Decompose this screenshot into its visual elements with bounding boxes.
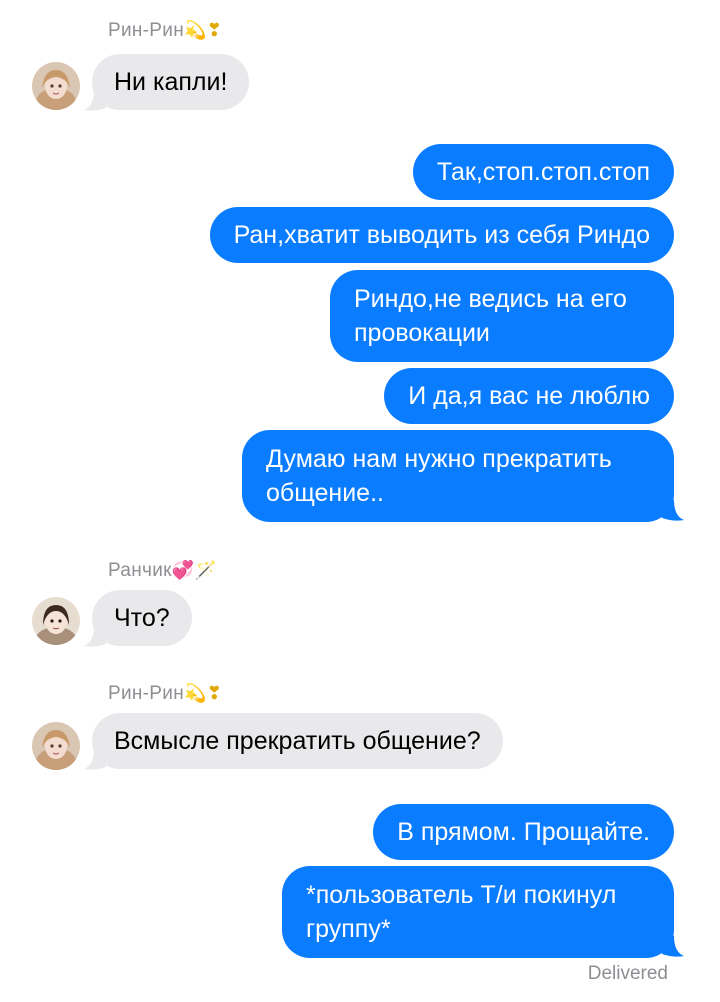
- message-text: В прямом. Прощайте.: [397, 818, 650, 846]
- sender-name-text: Рин-Рин: [108, 20, 184, 41]
- bubble-tail-icon: [84, 90, 106, 111]
- incoming-message-bubble[interactable]: Что?: [92, 590, 192, 646]
- message-text: *пользователь Т/и покинул группу*: [306, 881, 617, 943]
- outgoing-message-bubble[interactable]: Риндо,не ведись на его провокации: [330, 270, 674, 362]
- delivery-status: Delivered: [587, 963, 668, 984]
- dizzy-heart-emoji-icon: 💫❣: [184, 683, 223, 704]
- message-text: Так,стоп.стоп.стоп: [436, 158, 650, 186]
- sender-name: Рин-Рин💫❣: [108, 683, 222, 705]
- outgoing-message-bubble[interactable]: И да,я вас не люблю: [384, 368, 674, 424]
- bubble-tail-icon: [662, 936, 684, 957]
- bubble-tail-icon: [84, 749, 106, 770]
- message-text: Риндо,не ведись на его провокации: [354, 285, 627, 347]
- avatar[interactable]: [32, 62, 80, 110]
- outgoing-message-bubble[interactable]: *пользователь Т/и покинул группу*: [282, 866, 674, 958]
- avatar-rin-icon: [32, 722, 80, 770]
- outgoing-message-bubble[interactable]: Ран,хватит выводить из себя Риндо: [209, 207, 674, 263]
- message-text: Думаю нам нужно прекратить общение..: [266, 445, 612, 507]
- message-text: Ни капли!: [114, 68, 228, 96]
- bubble-tail-icon: [84, 626, 106, 647]
- message-text: Всмысле прекратить общение?: [114, 727, 481, 755]
- incoming-message-bubble[interactable]: Всмысле прекратить общение?: [92, 713, 503, 769]
- avatar[interactable]: [32, 597, 80, 645]
- heart-wand-emoji-icon: 💞🪄: [171, 560, 218, 581]
- dizzy-heart-emoji-icon: 💫❣: [184, 20, 223, 41]
- avatar-ran-icon: [32, 597, 80, 645]
- avatar-rin-icon: [32, 62, 80, 110]
- outgoing-message-bubble[interactable]: Думаю нам нужно прекратить общение..: [242, 430, 674, 522]
- message-text: И да,я вас не люблю: [408, 382, 650, 410]
- incoming-message-bubble[interactable]: Ни капли!: [92, 54, 250, 110]
- sender-name-text: Рин-Рин: [108, 683, 184, 704]
- outgoing-message-bubble[interactable]: Так,стоп.стоп.стоп: [412, 144, 674, 200]
- sender-name: Рин-Рин💫❣: [108, 20, 222, 42]
- avatar[interactable]: [32, 722, 80, 770]
- sender-name: Ранчик💞🪄: [108, 560, 217, 582]
- message-text: Что?: [114, 604, 170, 632]
- message-text: Ран,хватит выводить из себя Риндо: [233, 221, 650, 249]
- outgoing-message-bubble[interactable]: В прямом. Прощайте.: [373, 804, 674, 860]
- bubble-tail-icon: [662, 500, 684, 521]
- sender-name-text: Ранчик: [108, 560, 172, 581]
